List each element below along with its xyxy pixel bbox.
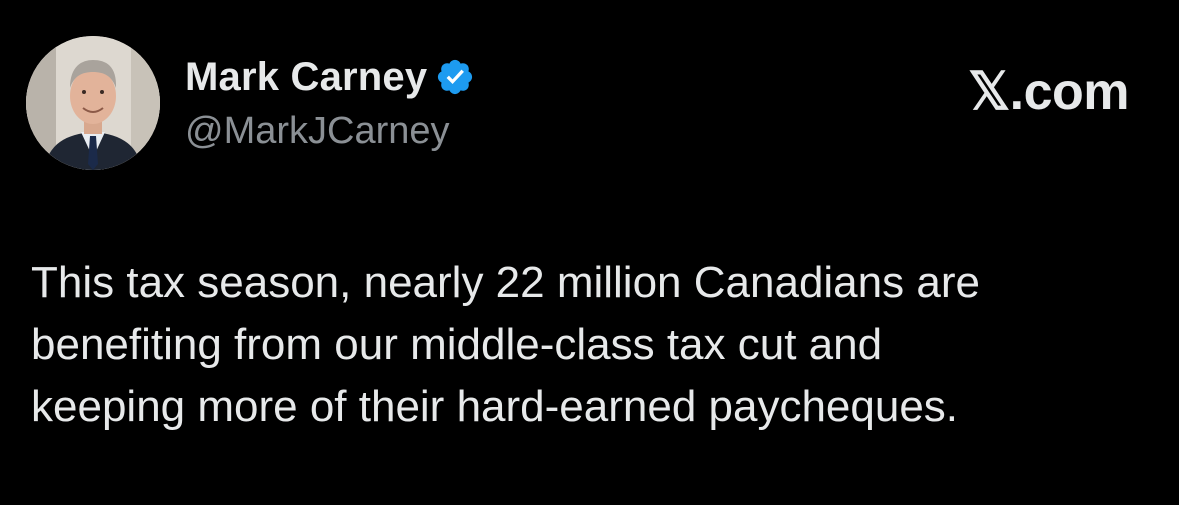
tweet-card: Mark Carney @MarkJCarney 𝕏.com This tax …: [0, 0, 1179, 505]
verified-badge-icon: [435, 57, 475, 97]
tweet-text-line: benefiting from our middle-class tax cut…: [31, 320, 883, 369]
tweet-text-line: keeping more of their hard-earned payche…: [31, 382, 959, 431]
display-name[interactable]: Mark Carney: [185, 55, 427, 100]
profile-photo-icon: [26, 36, 160, 170]
author-block: Mark Carney @MarkJCarney: [185, 52, 475, 153]
x-logo-brand: 𝕏.com: [968, 63, 1129, 121]
name-row: Mark Carney: [185, 52, 475, 102]
tweet-text: This tax season, nearly 22 million Canad…: [31, 252, 1141, 438]
avatar[interactable]: [26, 36, 160, 170]
tweet-text-line: This tax season, nearly 22 million Canad…: [31, 258, 980, 307]
user-handle[interactable]: @MarkJCarney: [185, 110, 475, 153]
